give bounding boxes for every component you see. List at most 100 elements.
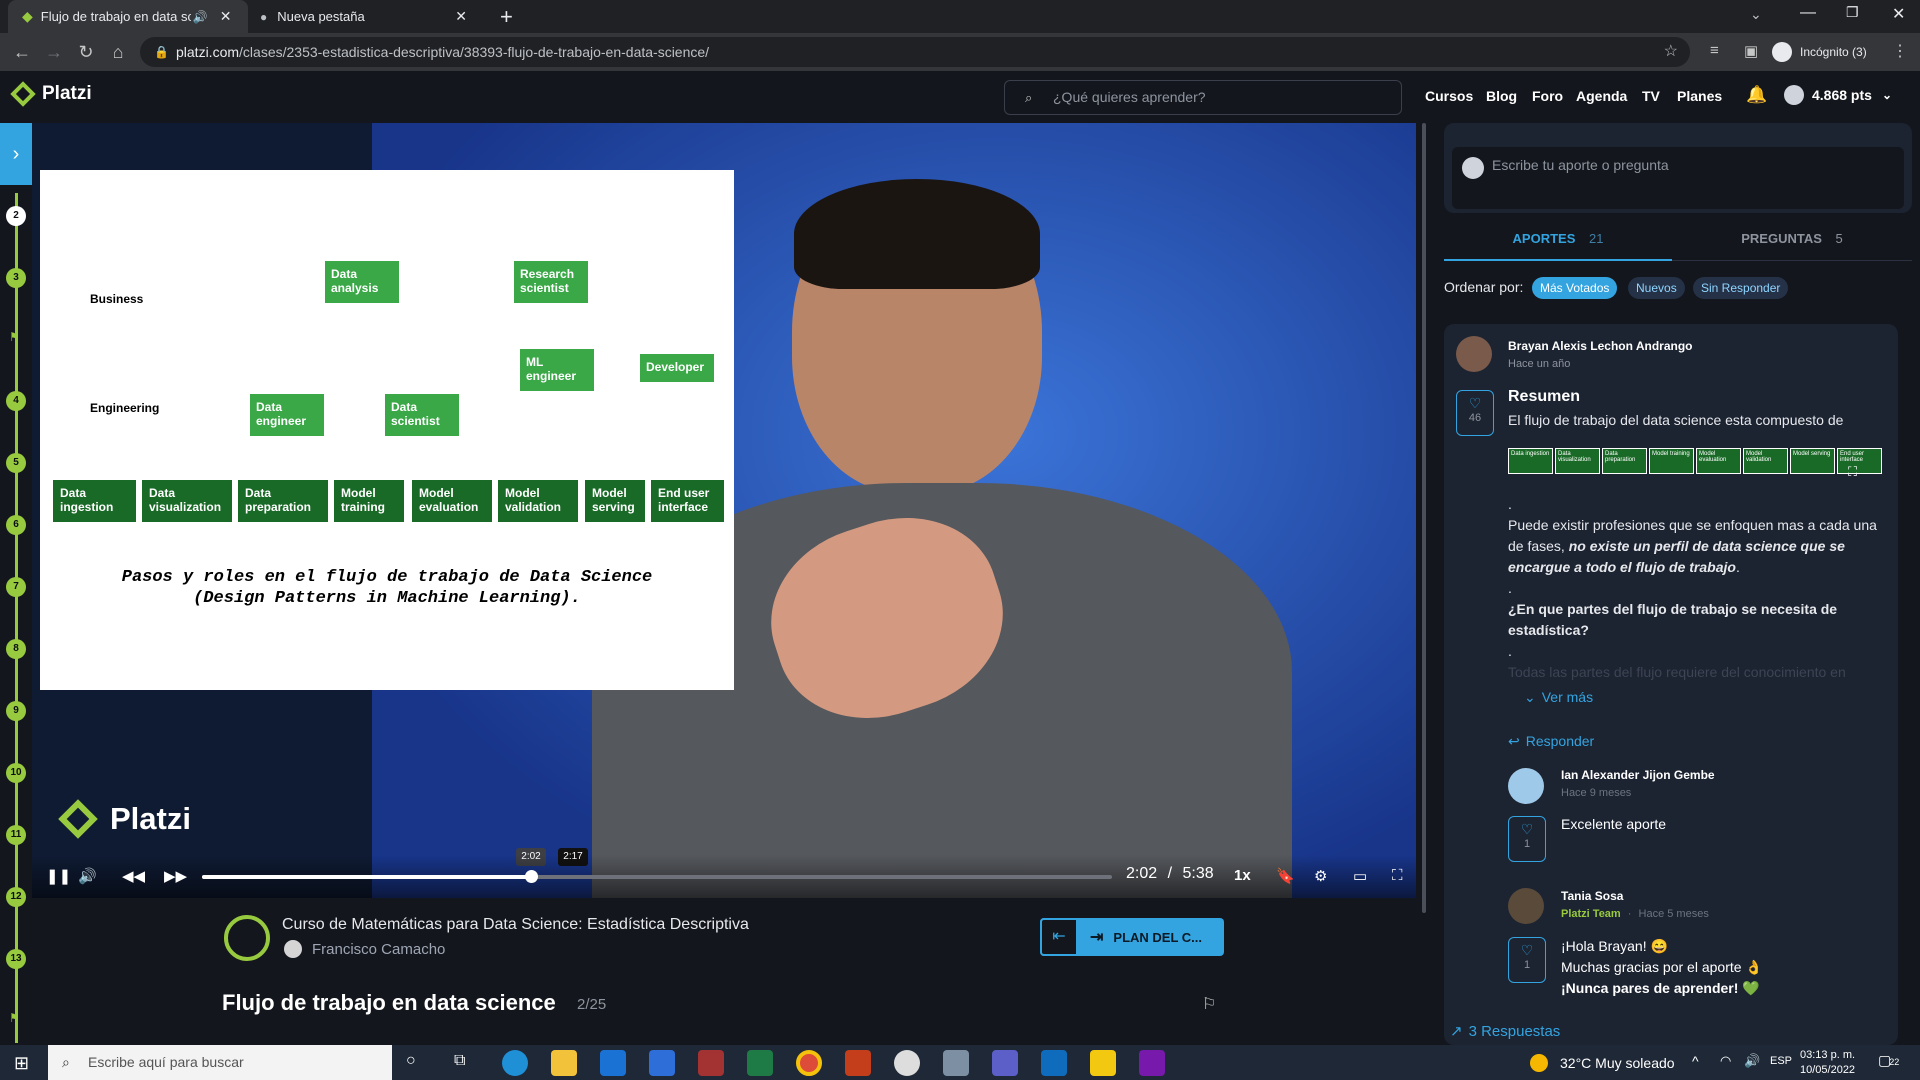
bookmark-star-icon[interactable]: ☆ <box>1664 37 1678 67</box>
pause-icon[interactable]: ❚❚ <box>46 867 71 885</box>
playback-speed-button[interactable]: 1x <box>1234 867 1251 884</box>
minimize-button[interactable]: — <box>1800 4 1816 22</box>
close-tab-icon[interactable]: ✕ <box>220 8 232 25</box>
volume-tray-icon[interactable]: 🔊 <box>1744 1053 1760 1069</box>
sort-most-voted[interactable]: Más Votados <box>1532 277 1618 299</box>
mail-icon[interactable] <box>600 1050 626 1076</box>
avatar[interactable] <box>1456 336 1492 372</box>
settings-gear-icon[interactable]: ⚙ <box>1314 867 1327 885</box>
access-icon[interactable] <box>698 1050 724 1076</box>
nav-tv[interactable]: TV <box>1642 88 1660 104</box>
course-badge-icon[interactable] <box>224 915 270 961</box>
tab-aportes[interactable]: APORTES 21 <box>1444 231 1672 261</box>
speaker-icon[interactable]: 🔊 <box>193 10 208 24</box>
browser-tab-active[interactable]: ◆ Flujo de trabajo en data scie 🔊 ✕ <box>8 0 248 33</box>
expand-image-icon[interactable]: ⛶ <box>1848 464 1857 480</box>
powerpoint-icon[interactable] <box>845 1050 871 1076</box>
fullscreen-icon[interactable]: ⛶ <box>1392 867 1403 884</box>
nav-planes[interactable]: Planes <box>1677 88 1722 104</box>
clock[interactable]: 03:13 p. m. 10/05/2022 <box>1800 1048 1855 1078</box>
app-icon[interactable] <box>894 1050 920 1076</box>
notifications-bell-icon[interactable]: 🔔 <box>1746 85 1767 105</box>
progress-track[interactable] <box>202 870 1112 883</box>
rail-step[interactable]: 10 <box>6 763 26 783</box>
report-flag-icon[interactable]: ⚐ <box>1202 994 1216 1014</box>
weather-widget[interactable]: 32°C Muy soleado <box>1530 1054 1675 1072</box>
teacher-info[interactable]: Francisco Camacho <box>284 940 445 958</box>
forward-arrow-icon[interactable]: → <box>42 40 66 64</box>
onenote-icon[interactable] <box>1139 1050 1165 1076</box>
user-points[interactable]: 4.868 pts ⌄ <box>1784 85 1892 105</box>
like-button[interactable]: ♡ 1 <box>1508 937 1546 983</box>
tray-chevron-icon[interactable]: ^ <box>1692 1053 1699 1069</box>
network-icon[interactable]: ◠ <box>1720 1053 1731 1069</box>
notification-center-icon[interactable]: ▢22 <box>1878 1052 1899 1069</box>
file-explorer-icon[interactable] <box>551 1050 577 1076</box>
fast-forward-icon[interactable]: ▶▶ <box>164 867 187 885</box>
comment-image[interactable]: Data ingestion Data visualization Data p… <box>1508 448 1882 474</box>
like-button[interactable]: ♡ 46 <box>1456 390 1494 436</box>
new-tab-button[interactable]: + <box>500 4 513 30</box>
tab-preguntas[interactable]: PREGUNTAS 5 <box>1672 231 1912 261</box>
side-panel-icon[interactable]: ▣ <box>1744 42 1758 60</box>
rail-step[interactable]: 12 <box>6 887 26 907</box>
excel-icon[interactable] <box>747 1050 773 1076</box>
browser-menu-icon[interactable]: ⋮ <box>1892 41 1908 61</box>
video-scrollbar[interactable] <box>1422 123 1426 913</box>
course-title[interactable]: Curso de Matemáticas para Data Science: … <box>282 916 749 934</box>
close-window-button[interactable]: ✕ <box>1892 4 1905 24</box>
nav-agenda[interactable]: Agenda <box>1576 88 1627 104</box>
windows-start-icon[interactable]: ⊞ <box>14 1053 29 1074</box>
rail-step[interactable]: 4 <box>6 391 26 411</box>
see-more-button[interactable]: ⌄ Ver más <box>1524 689 1593 706</box>
rail-step[interactable]: 5 <box>6 453 26 473</box>
avatar[interactable] <box>1508 888 1544 924</box>
expand-sidebar-button[interactable]: › <box>0 123 32 185</box>
home-icon[interactable]: ⌂ <box>106 40 130 64</box>
plan-button[interactable]: ⇤ ⇥ PLAN DEL C... <box>1040 918 1224 956</box>
rail-step[interactable]: 6 <box>6 515 26 535</box>
nav-foro[interactable]: Foro <box>1532 88 1563 104</box>
reload-icon[interactable]: ↻ <box>74 40 98 64</box>
rail-step[interactable]: 9 <box>6 701 26 721</box>
search-input[interactable]: ⌕ ¿Qué quieres aprender? <box>1004 80 1402 115</box>
reading-list-icon[interactable]: ≡ <box>1710 42 1719 59</box>
task-view-icon[interactable]: ⧉ <box>454 1052 465 1070</box>
chrome-icon[interactable] <box>796 1050 822 1076</box>
outlook-icon[interactable] <box>1041 1050 1067 1076</box>
incognito-profile-button[interactable]: Incógnito (3) <box>1772 39 1867 65</box>
power-bi-icon[interactable] <box>1090 1050 1116 1076</box>
picture-in-picture-icon[interactable]: ▭ <box>1353 867 1367 885</box>
rail-step[interactable]: 13 <box>6 949 26 969</box>
sort-new[interactable]: Nuevos <box>1628 277 1685 299</box>
comment-input[interactable]: Escribe tu aporte o pregunta <box>1452 147 1904 209</box>
teams-icon[interactable] <box>992 1050 1018 1076</box>
platzi-logo[interactable]: Platzi <box>10 81 92 107</box>
volume-icon[interactable]: 🔊 <box>78 867 97 885</box>
avatar[interactable] <box>1508 768 1544 804</box>
collapse-icon[interactable]: ⇤ <box>1040 918 1078 956</box>
reply-author[interactable]: Tania Sosa <box>1561 889 1623 903</box>
progress-knob[interactable] <box>524 870 538 883</box>
comment-author[interactable]: Brayan Alexis Lechon Andrango <box>1508 339 1692 353</box>
bookmark-icon[interactable]: 🔖 <box>1276 867 1295 885</box>
rail-step[interactable]: 7 <box>6 577 26 597</box>
replies-link[interactable]: ↗ 3 Respuestas <box>1450 1022 1560 1040</box>
nav-cursos[interactable]: Cursos <box>1425 88 1473 104</box>
cortana-icon[interactable]: ○ <box>406 1052 416 1070</box>
edge-icon[interactable] <box>502 1050 528 1076</box>
sort-unanswered[interactable]: Sin Responder <box>1693 277 1789 299</box>
rail-step[interactable]: 3 <box>6 268 26 288</box>
url-bar[interactable]: 🔒 platzi.com/clases/2353-estadistica-des… <box>140 37 1690 67</box>
calculator-icon[interactable] <box>943 1050 969 1076</box>
rewind-icon[interactable]: ◀◀ <box>122 867 145 885</box>
video-player[interactable]: Business Engineering Data analysis Resea… <box>32 123 1416 898</box>
browser-tab-new[interactable]: ● Nueva pestaña ✕ <box>256 0 486 33</box>
store-icon[interactable] <box>649 1050 675 1076</box>
reply-author[interactable]: Ian Alexander Jijon Gembe <box>1561 768 1715 782</box>
rail-step[interactable]: 11 <box>6 825 26 845</box>
rail-step-current[interactable]: 2 <box>6 206 26 226</box>
rail-step[interactable]: 8 <box>6 639 26 659</box>
like-button[interactable]: ♡ 1 <box>1508 816 1546 862</box>
close-tab-icon[interactable]: ✕ <box>455 8 467 25</box>
